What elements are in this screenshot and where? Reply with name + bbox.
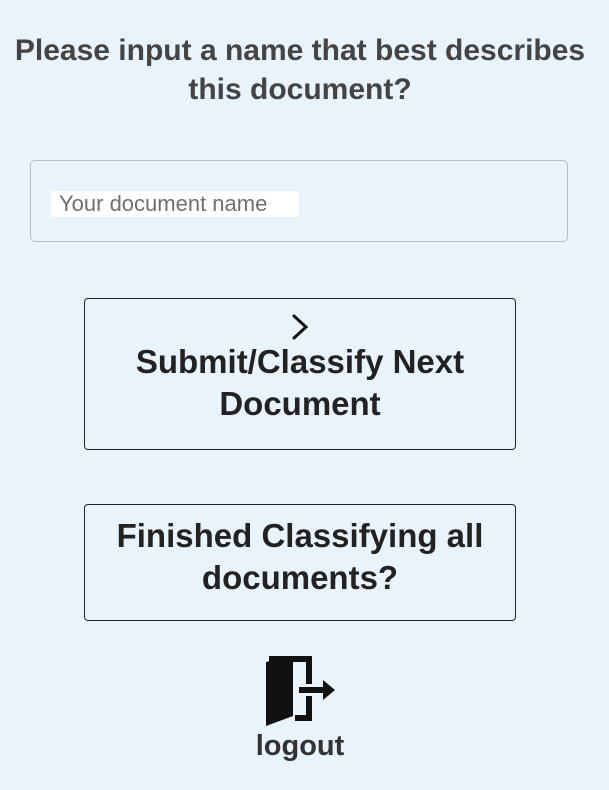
submit-classify-next-label: Submit/Classify Next Document (135, 343, 465, 422)
document-name-input[interactable] (51, 191, 299, 217)
chevron-right-icon (292, 314, 309, 340)
document-name-question: Please input a name that best describes … (14, 34, 586, 106)
submit-classify-next-button[interactable]: Submit/Classify Next Document (84, 298, 516, 450)
document-name-field (30, 160, 568, 242)
logout-button[interactable]: logout (240, 656, 360, 763)
logout-label: logout (255, 730, 345, 762)
door-exit-icon (266, 656, 335, 726)
finished-classifying-button[interactable]: Finished Classifying all documents? (84, 504, 516, 621)
finished-classifying-label: Finished Classifying all documents? (116, 517, 484, 596)
